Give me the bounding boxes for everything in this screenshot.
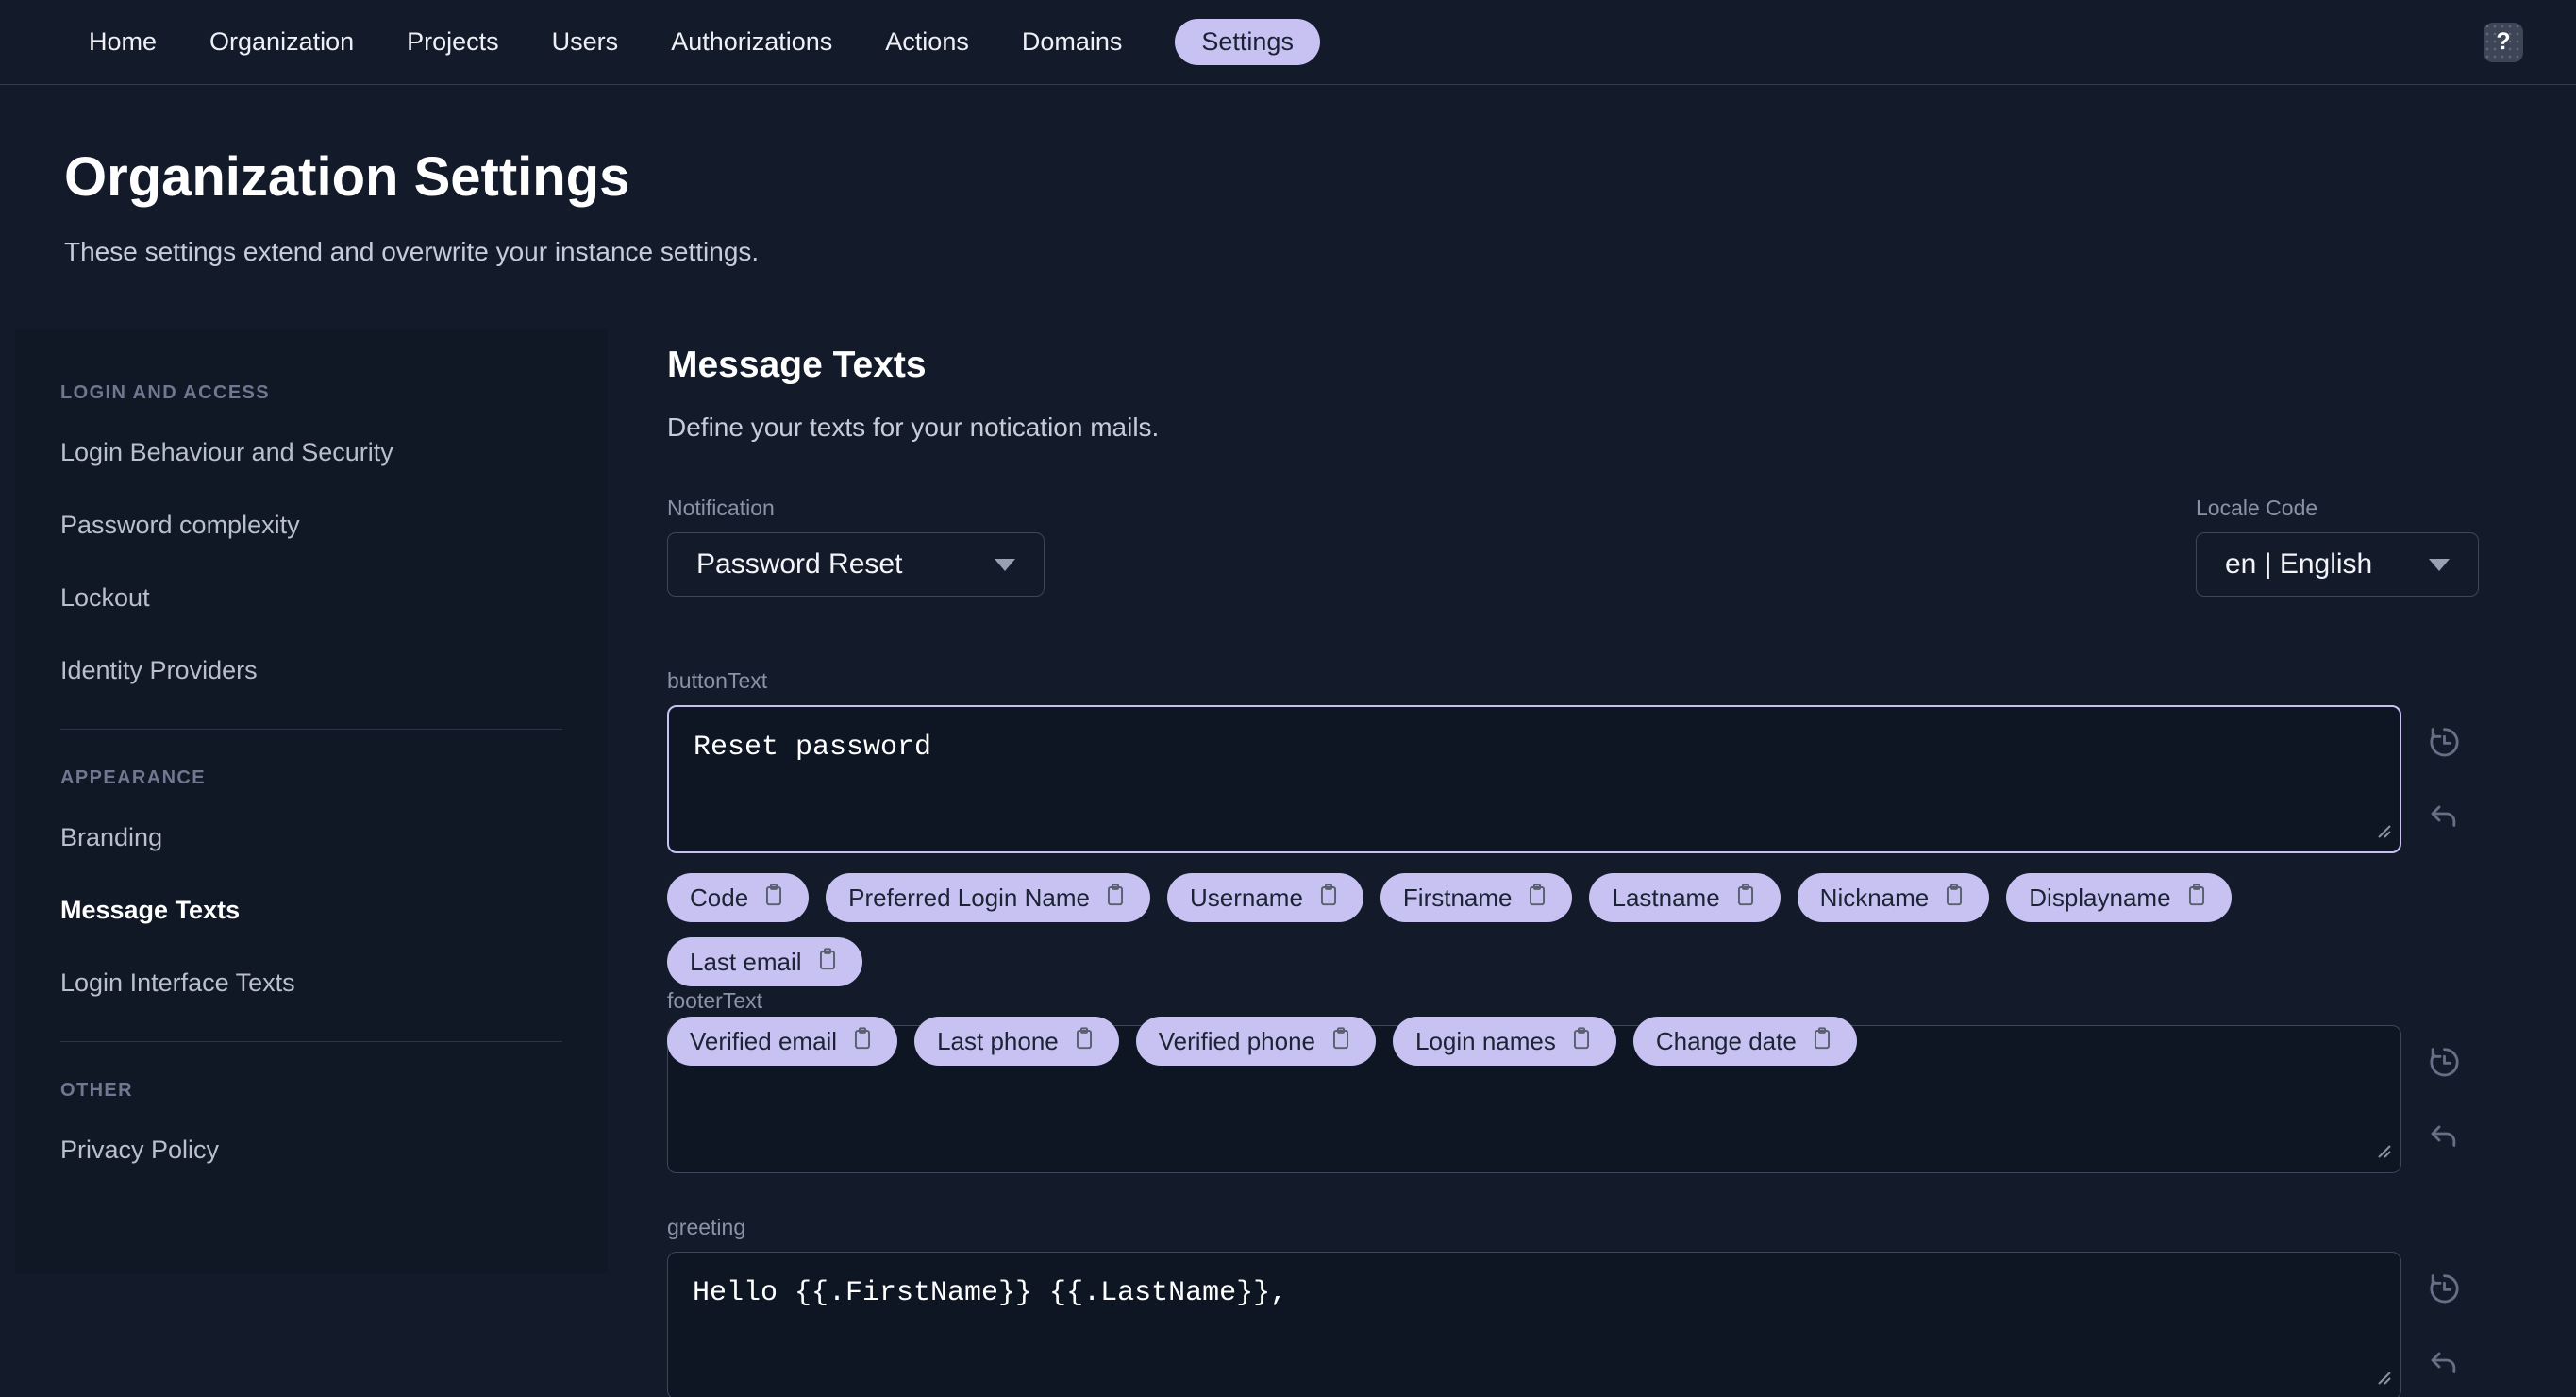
nav-item-organization[interactable]: Organization bbox=[209, 19, 354, 65]
sidebar-section-appearance: APPEARANCE bbox=[60, 767, 207, 788]
nav-item-authorizations[interactable]: Authorizations bbox=[671, 19, 832, 65]
clipboard-icon bbox=[1942, 883, 1966, 914]
history-icon[interactable] bbox=[2425, 1043, 2463, 1081]
chip-login-names[interactable]: Login names bbox=[1393, 1017, 1616, 1066]
section-description: Define your texts for your notication ma… bbox=[667, 412, 1160, 442]
nav-item-home[interactable]: Home bbox=[89, 19, 157, 65]
clipboard-icon bbox=[1072, 1026, 1096, 1057]
undo-icon[interactable] bbox=[2425, 799, 2463, 836]
page-subtitle: These settings extend and overwrite your… bbox=[64, 237, 760, 266]
sidebar-item-lockout[interactable]: Lockout bbox=[60, 583, 150, 613]
clipboard-icon bbox=[1329, 1026, 1353, 1057]
help-button[interactable]: ? bbox=[2484, 22, 2523, 62]
locale-label: Locale Code bbox=[2196, 496, 2318, 520]
clipboard-icon bbox=[1733, 883, 1758, 914]
chip-preferred-login-name[interactable]: Preferred Login Name bbox=[826, 873, 1150, 922]
locale-select-field: Locale Code en | English bbox=[2196, 496, 2479, 597]
history-icon[interactable] bbox=[2425, 723, 2463, 761]
page-title: Organization Settings bbox=[64, 146, 630, 208]
message-texts-panel: Message Texts Define your texts for your… bbox=[667, 329, 2486, 1397]
notification-select[interactable]: Password Reset bbox=[667, 532, 1045, 597]
sidebar-item-branding[interactable]: Branding bbox=[60, 823, 162, 852]
settings-sidebar: LOGIN AND ACCESS Login Behaviour and Sec… bbox=[15, 329, 608, 1273]
locale-selected-value: en | English bbox=[2225, 548, 2373, 580]
sidebar-section-other: OTHER bbox=[60, 1080, 133, 1101]
chip-displayname[interactable]: Displayname bbox=[2006, 873, 2232, 922]
nav-item-users[interactable]: Users bbox=[552, 19, 619, 65]
buttontext-label: buttonText bbox=[667, 668, 768, 693]
nav-item-projects[interactable]: Projects bbox=[407, 19, 499, 65]
chip-firstname[interactable]: Firstname bbox=[1380, 873, 1573, 922]
nav-item-domains[interactable]: Domains bbox=[1022, 19, 1123, 65]
page-header: Organization Settings These settings ext… bbox=[0, 85, 2576, 267]
notification-label: Notification bbox=[667, 496, 775, 520]
sidebar-item-login-interface-texts[interactable]: Login Interface Texts bbox=[60, 968, 295, 998]
chip-nickname[interactable]: Nickname bbox=[1797, 873, 1990, 922]
chip-username[interactable]: Username bbox=[1166, 873, 1363, 922]
sidebar-divider bbox=[60, 1041, 562, 1042]
chip-code[interactable]: Code bbox=[667, 873, 810, 922]
sidebar-item-message-texts[interactable]: Message Texts bbox=[60, 896, 240, 925]
notification-selected-value: Password Reset bbox=[696, 548, 903, 580]
chevron-down-icon bbox=[995, 558, 1015, 571]
sidebar-item-password-complexity[interactable]: Password complexity bbox=[60, 511, 300, 540]
sidebar-item-identity-providers[interactable]: Identity Providers bbox=[60, 656, 258, 685]
nav-item-actions[interactable]: Actions bbox=[885, 19, 969, 65]
undo-icon[interactable] bbox=[2425, 1345, 2463, 1383]
clipboard-icon bbox=[761, 883, 786, 914]
chevron-down-icon bbox=[2429, 558, 2450, 571]
sidebar-item-login-behaviour[interactable]: Login Behaviour and Security bbox=[60, 438, 393, 467]
nav-list: Home Organization Projects Users Authori… bbox=[89, 19, 1320, 65]
top-nav: Home Organization Projects Users Authori… bbox=[0, 0, 2576, 85]
buttontext-textarea[interactable]: Reset password bbox=[667, 705, 2401, 853]
locale-select[interactable]: en | English bbox=[2196, 532, 2479, 597]
undo-icon[interactable] bbox=[2425, 1119, 2463, 1156]
greeting-textarea[interactable]: Hello {{.FirstName}} {{.LastName}}, bbox=[667, 1252, 2401, 1397]
clipboard-icon bbox=[1569, 1026, 1594, 1057]
clipboard-icon bbox=[1810, 1026, 1834, 1057]
clipboard-icon bbox=[1316, 883, 1341, 914]
clipboard-icon bbox=[1103, 883, 1128, 914]
chip-verified-email[interactable]: Verified email bbox=[667, 1017, 898, 1066]
history-icon[interactable] bbox=[2425, 1270, 2463, 1307]
sidebar-item-privacy-policy[interactable]: Privacy Policy bbox=[60, 1136, 219, 1165]
chip-last-email[interactable]: Last email bbox=[667, 937, 862, 986]
greeting-label: greeting bbox=[667, 1215, 746, 1239]
placeholder-chips: Code Preferred Login Name Username First… bbox=[667, 873, 2401, 1066]
chip-last-phone[interactable]: Last phone bbox=[914, 1017, 1119, 1066]
sidebar-section-login-and-access: LOGIN AND ACCESS bbox=[60, 382, 271, 403]
chip-verified-phone[interactable]: Verified phone bbox=[1135, 1017, 1376, 1066]
nav-item-settings[interactable]: Settings bbox=[1175, 19, 1320, 65]
section-heading: Message Texts bbox=[667, 345, 927, 385]
chip-change-date[interactable]: Change date bbox=[1632, 1017, 1857, 1066]
chip-lastname[interactable]: Lastname bbox=[1589, 873, 1781, 922]
sidebar-divider bbox=[60, 729, 562, 730]
clipboard-icon bbox=[815, 947, 840, 978]
clipboard-icon bbox=[850, 1026, 875, 1057]
notification-select-field: Notification Password Reset bbox=[667, 496, 1045, 597]
clipboard-icon bbox=[2184, 883, 2209, 914]
clipboard-icon bbox=[1525, 883, 1549, 914]
